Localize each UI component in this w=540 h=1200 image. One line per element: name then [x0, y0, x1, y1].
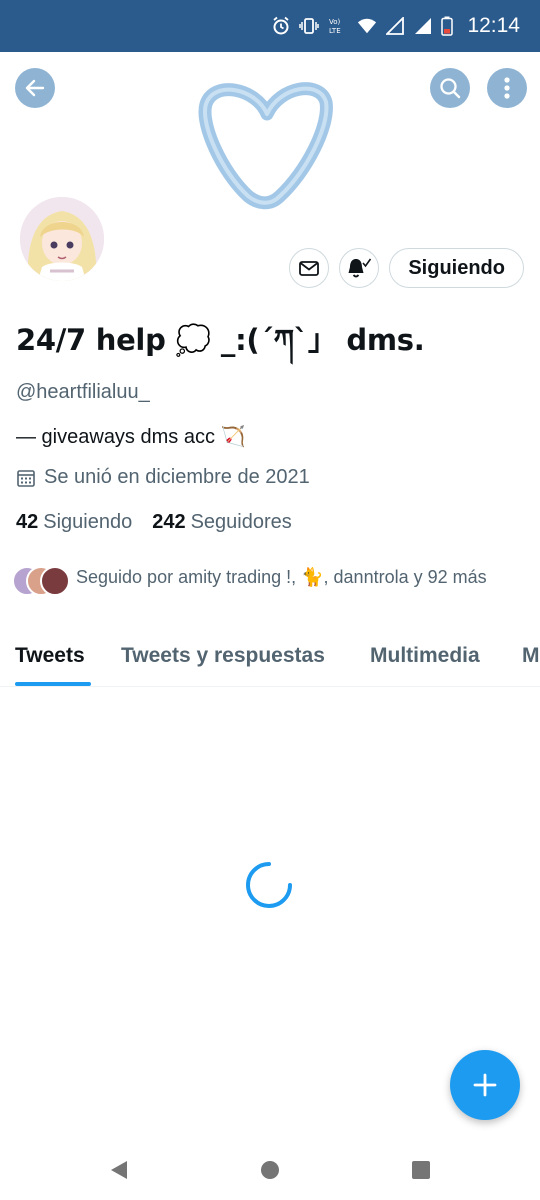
followers-count: 242 [152, 511, 186, 533]
volte-icon: Vo) LTE [327, 16, 349, 36]
search-icon [440, 78, 461, 99]
loading-spinner-icon [246, 862, 292, 908]
recents-nav-button[interactable] [409, 1158, 433, 1182]
svg-text:Vo): Vo) [329, 18, 341, 26]
notifications-button[interactable] [339, 248, 380, 288]
square-recents-icon [412, 1161, 430, 1179]
vibrate-icon [299, 16, 320, 36]
system-nav-bar [0, 1140, 540, 1200]
more-options-button[interactable] [487, 68, 527, 108]
arrow-left-icon [25, 79, 45, 97]
followed-by-text: Seguido por amity trading !, 🐈, danntrol… [76, 567, 487, 587]
join-date: Se unió en diciembre de 2021 [16, 466, 310, 489]
tab-likes[interactable]: M [522, 644, 540, 668]
profile-name: 24/7 help 💭 _:(´ཀ`」 dms. [16, 323, 425, 357]
status-bar: Vo) LTE 12:14 [0, 0, 540, 52]
following-link[interactable]: 42 Siguiendo [16, 511, 132, 534]
more-vertical-icon [504, 77, 510, 99]
clock: 12:14 [467, 14, 520, 37]
following-button[interactable]: Siguiendo [389, 248, 524, 288]
mail-icon [299, 261, 320, 276]
signal-icon [413, 16, 433, 36]
tab-media[interactable]: Multimedia [370, 644, 480, 668]
active-tab-indicator [15, 682, 91, 686]
tab-tweets-and-replies[interactable]: Tweets y respuestas [121, 644, 325, 668]
message-button[interactable] [289, 248, 330, 288]
followers-link[interactable]: 242 Seguidores [152, 511, 292, 534]
calendar-icon [17, 469, 35, 487]
mutual-avatar [40, 566, 70, 596]
profile-tabs: Tweets Tweets y respuestas Multimedia M [0, 632, 540, 687]
battery-icon [441, 16, 454, 36]
mutual-avatars [12, 566, 72, 600]
back-nav-button[interactable] [107, 1158, 131, 1182]
triangle-back-icon [111, 1161, 127, 1179]
wifi-icon [357, 16, 377, 36]
avatar[interactable] [16, 193, 108, 285]
plus-icon [473, 1073, 497, 1097]
following-count: 42 [16, 511, 39, 533]
followers-label: Seguidores [190, 511, 292, 533]
profile-bio: — giveaways dms acc 🏹 [16, 426, 246, 448]
tab-tweets[interactable]: Tweets [15, 644, 85, 668]
compose-tweet-button[interactable] [450, 1050, 520, 1120]
back-button[interactable] [15, 68, 55, 108]
home-nav-button[interactable] [258, 1158, 282, 1182]
join-date-text: Se unió en diciembre de 2021 [44, 466, 310, 488]
bell-check-icon [348, 258, 372, 278]
circle-home-icon [261, 1161, 279, 1179]
search-button[interactable] [430, 68, 470, 108]
avatar-image [20, 197, 104, 281]
profile-handle: @heartfilialuu_ [16, 381, 150, 403]
alarm-icon [271, 16, 291, 36]
profile-actions: Siguiendo [289, 247, 524, 289]
signal-icon [385, 16, 405, 36]
status-icons: Vo) LTE 12:14 [271, 0, 520, 52]
follow-stats: 42 Siguiendo 242 Seguidores [16, 511, 292, 534]
svg-text:LTE: LTE [329, 27, 341, 35]
heart-outline-icon [198, 82, 333, 210]
following-label: Siguiendo [43, 511, 133, 533]
followed-by[interactable]: Seguido por amity trading !, 🐈, danntrol… [12, 564, 527, 600]
